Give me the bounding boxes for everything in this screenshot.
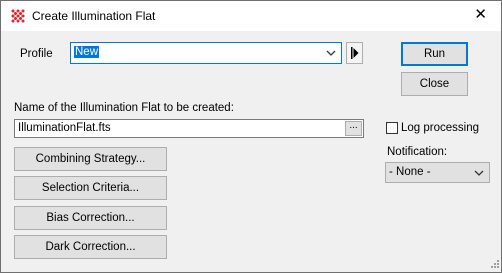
selection-criteria-button[interactable]: Selection Criteria... <box>14 176 167 200</box>
close-button[interactable]: Close <box>401 72 468 96</box>
combining-strategy-button[interactable]: Combining Strategy... <box>14 147 167 171</box>
run-profile-button[interactable] <box>346 42 363 64</box>
bias-correction-button[interactable]: Bias Correction... <box>14 206 167 230</box>
log-processing-checkbox[interactable] <box>386 122 398 134</box>
profile-label: Profile <box>20 48 53 60</box>
resize-grip-icon[interactable] <box>488 259 499 270</box>
play-icon <box>350 47 358 59</box>
notification-selected-value: - None - <box>389 166 431 178</box>
red-dot-grid-icon <box>11 9 25 23</box>
chevron-down-icon <box>474 170 484 176</box>
create-illumination-flat-dialog: Create Illumination Flat ✕ Profile New R… <box>0 0 502 273</box>
close-window-icon[interactable]: ✕ <box>474 7 487 22</box>
profile-dropdown[interactable]: New <box>70 42 342 64</box>
run-button[interactable]: Run <box>401 42 468 66</box>
profile-selected-value: New <box>74 46 100 58</box>
title-bar: Create Illumination Flat ✕ <box>1 1 501 31</box>
output-name-label: Name of the Illumination Flat to be crea… <box>14 102 234 114</box>
chevron-down-icon <box>326 50 336 56</box>
notification-dropdown[interactable]: - None - <box>385 162 490 183</box>
notification-label: Notification: <box>387 146 448 158</box>
window-title: Create Illumination Flat <box>32 9 156 23</box>
log-processing-label: Log processing <box>401 122 479 134</box>
output-filename-value: IlluminationFlat.fts <box>18 122 111 134</box>
output-filename-field[interactable]: IlluminationFlat.fts ... <box>14 119 364 138</box>
browse-button[interactable]: ... <box>345 121 362 136</box>
dark-correction-button[interactable]: Dark Correction... <box>14 235 167 259</box>
